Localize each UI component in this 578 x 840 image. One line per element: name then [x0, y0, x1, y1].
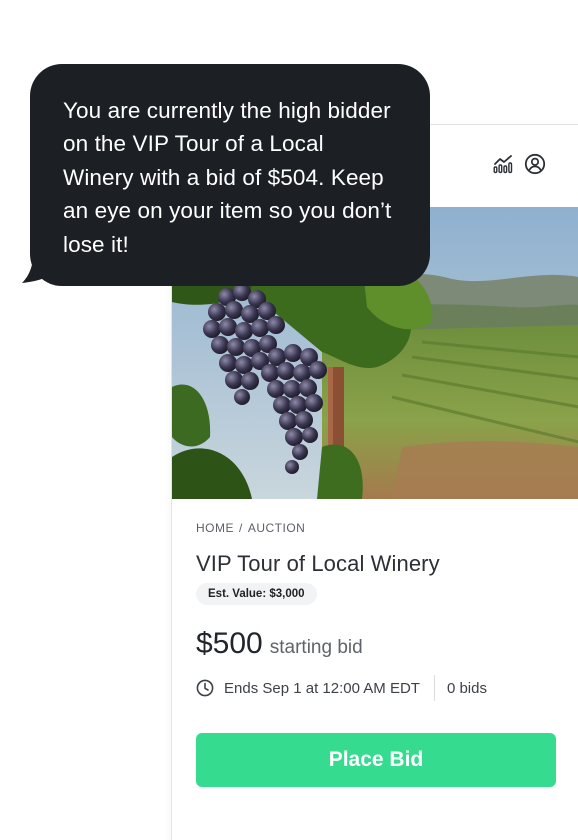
- breadcrumb: HOME / AUCTION: [196, 521, 566, 535]
- bid-count: 0 bids: [446, 679, 487, 697]
- estimated-value-badge: Est. Value: $3,000: [196, 583, 317, 605]
- high-bidder-notification: You are currently the high bidder on the…: [30, 64, 430, 286]
- notification-bubble-tail: [22, 250, 56, 283]
- breadcrumb-auction[interactable]: AUCTION: [248, 521, 306, 535]
- breadcrumb-home[interactable]: HOME: [196, 521, 234, 535]
- notification-message: You are currently the high bidder on the…: [63, 98, 392, 257]
- analytics-icon[interactable]: [492, 153, 514, 175]
- auction-meta: Ends Sep 1 at 12:00 AM EDT 0 bids: [196, 675, 566, 701]
- auction-end-time: Ends Sep 1 at 12:00 AM EDT: [224, 679, 420, 697]
- price-row: $500 starting bid: [196, 627, 566, 661]
- starting-bid-label: starting bid: [269, 637, 363, 658]
- clock-icon: [196, 679, 214, 697]
- page: HOME / AUCTION VIP Tour of Local Winery Es…: [0, 0, 578, 840]
- item-title: VIP Tour of Local Winery: [196, 551, 440, 576]
- breadcrumb-separator: /: [239, 521, 243, 535]
- place-bid-button[interactable]: Place Bid: [196, 733, 556, 787]
- account-icon[interactable]: [524, 153, 546, 175]
- starting-bid-price: $500: [196, 627, 263, 660]
- item-details: HOME / AUCTION VIP Tour of Local Winery Es…: [196, 521, 566, 787]
- meta-divider: [433, 675, 435, 701]
